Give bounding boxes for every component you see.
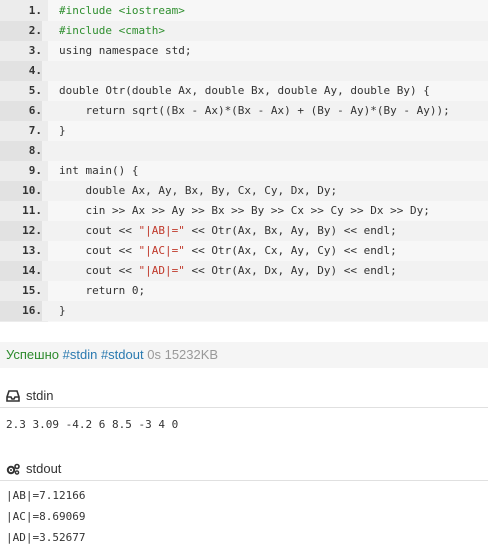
code-line: 12. cout << "|AB|=" << Otr(Ax, Bx, Ay, B… <box>0 221 488 241</box>
stdout-title: stdout <box>26 461 62 476</box>
gears-icon <box>6 463 20 475</box>
stdin-header: stdin <box>0 385 488 408</box>
line-number: 12. <box>0 221 42 241</box>
code-line: 5. double Otr(double Ax, double Bx, doubl… <box>0 81 488 101</box>
line-number: 1. <box>28 4 42 17</box>
code-text: #include <cmath> <box>59 24 165 37</box>
stdout-line: |AC|=8.69069 <box>6 510 86 523</box>
line-number: 14. <box>0 261 42 281</box>
line-number: 11. <box>22 204 42 217</box>
line-number: 4. <box>0 61 42 81</box>
line-number: 3. <box>28 44 42 57</box>
line-number: 8. <box>0 141 42 161</box>
code-text: double Ax, Ay, Bx, By, Cx, Cy, Dx, Dy; <box>59 184 338 197</box>
line-number: 9. <box>28 164 42 177</box>
code-line: 14. cout << "|AD|=" << Otr(Ax, Dx, Ay, D… <box>0 261 488 281</box>
code-line: 10. double Ax, Ay, Bx, By, Cx, Cy, Dx, D… <box>0 181 488 201</box>
code-panel: 1. #include <iostream> 2. #include <cmath> 3… <box>0 0 488 322</box>
line-number: 13. <box>22 244 42 257</box>
memory-usage: 15232KB <box>164 347 219 362</box>
code-text: return sqrt((Bx - Ax)*(Bx - Ax) + (By - … <box>59 104 450 117</box>
line-number: 15. <box>22 284 42 297</box>
code-line: 9. int main() { <box>0 161 488 181</box>
code-line: 13. cout << "|AC|=" << Otr(Ax, Cx, Ay, C… <box>0 241 488 261</box>
code-line: 7.} <box>0 121 488 141</box>
line-number: 7. <box>28 124 42 137</box>
stdout-header: stdout <box>0 458 488 481</box>
code-text: #include <iostream> <box>59 4 185 17</box>
code-text: cout << "|AD|=" << Otr(Ax, Dx, Ay, Dy) <… <box>59 264 397 277</box>
stdin-title: stdin <box>26 388 54 403</box>
code-line: 3. using namespace std; <box>0 41 488 61</box>
line-number: 10. <box>0 181 42 201</box>
code-line: 11. cin >> Ax >> Ay >> Bx >> By >> Cx >>… <box>0 201 488 221</box>
code-line: 8. <box>0 141 488 161</box>
code-line: 4. <box>0 61 488 81</box>
line-number: 5. <box>28 84 42 97</box>
code-text: cout << "|AB|=" << Otr(Ax, Bx, Ay, By) <… <box>59 224 397 237</box>
stdout-link[interactable]: #stdout <box>101 347 144 362</box>
stdin-link[interactable]: #stdin <box>63 347 98 362</box>
code-text: double Otr(double Ax, double Bx, double … <box>59 84 430 97</box>
code-line: 2. #include <cmath> <box>0 21 488 41</box>
code-line: 15. return 0; <box>0 281 488 301</box>
inbox-icon <box>6 390 20 402</box>
stdout-line: |AB|=7.12166 <box>6 489 86 502</box>
code-line: 6. return sqrt((Bx - Ax)*(Bx - Ax) + (By… <box>0 101 488 121</box>
code-line: 1. #include <iostream> <box>0 1 488 21</box>
code-text: cin >> Ax >> Ay >> Bx >> By >> Cx >> Cy … <box>59 204 430 217</box>
line-number: 16. <box>0 301 42 321</box>
code-text: int main() { <box>59 164 139 177</box>
exec-time: 0s <box>147 347 161 362</box>
line-number: 2. <box>0 21 42 41</box>
code-text: cout << "|AC|=" << Otr(Ax, Cx, Ay, Cy) <… <box>59 244 397 257</box>
line-number: 6. <box>0 101 42 121</box>
stdin-content: 2.3 3.09 -4.2 6 8.5 -3 4 0 <box>6 418 179 431</box>
result-status: Успешно <box>6 347 59 362</box>
code-text: using namespace std; <box>59 44 192 57</box>
status-bar: Успешно #stdin #stdout 0s 15232KB <box>0 342 488 368</box>
stdout-line: |AD|=3.52677 <box>6 531 86 544</box>
code-text: } <box>59 124 66 137</box>
code-text: } <box>59 304 66 317</box>
code-text: return 0; <box>59 284 146 297</box>
code-line: 16.} <box>0 301 488 321</box>
